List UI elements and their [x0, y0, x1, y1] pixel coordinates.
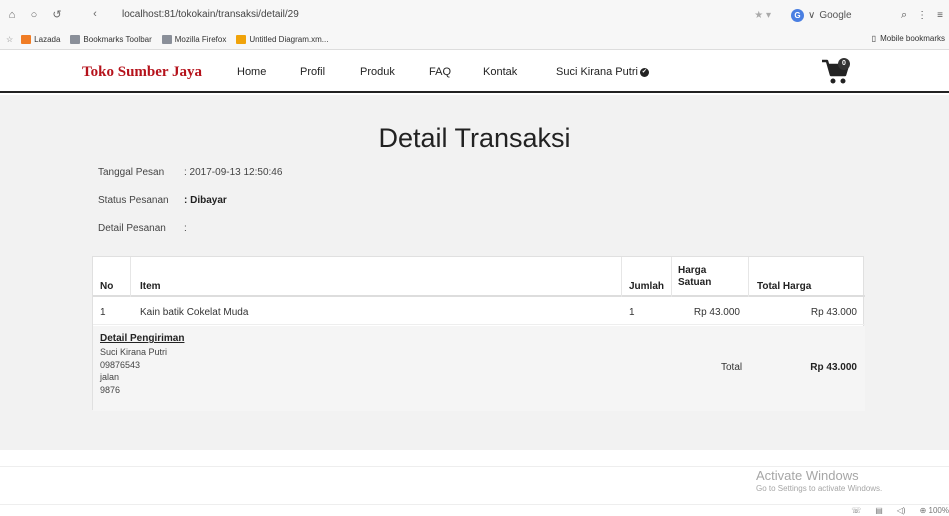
- col-no: No: [100, 281, 114, 292]
- col-divider: [748, 257, 749, 297]
- nav-profil[interactable]: Profil: [300, 66, 325, 78]
- mobile-bookmarks[interactable]: ▯ Mobile bookmarks: [872, 34, 945, 43]
- shipping-postal: 9876: [100, 384, 121, 395]
- folder-icon: [161, 35, 172, 44]
- grand-total-value: Rp 43.000: [810, 362, 857, 373]
- row-jumlah: 1: [629, 307, 635, 318]
- grand-total-label: Total: [721, 362, 743, 373]
- col-total-harga: Total Harga: [757, 281, 812, 292]
- nav-home[interactable]: Home: [237, 66, 266, 78]
- col-divider: [671, 257, 672, 297]
- activate-title: Activate Windows: [756, 468, 859, 483]
- bookmark-lazada[interactable]: Lazada: [21, 35, 60, 44]
- status-icons: ☏ ▤ ◁) ⊕ 100%: [851, 506, 949, 515]
- activate-subtitle: Go to Settings to activate Windows.: [756, 484, 883, 493]
- bookmarks-bar: ☆ Lazada Bookmarks Toolbar Mozilla Firef…: [0, 30, 949, 50]
- nav-faq[interactable]: FAQ: [429, 66, 451, 78]
- order-detail-label: Detail Pesanan: [98, 223, 166, 234]
- browser-right-tools: ★ ▾ G ∨ Google ⌕ ⋮ ≡: [754, 0, 949, 30]
- row-item: Kain batik Cokelat Muda: [140, 307, 249, 318]
- col-harga-line2: Satuan: [678, 277, 712, 288]
- col-harga-satuan: Harga Satuan: [678, 265, 711, 289]
- table-header: No Item Jumlah Harga Satuan Total Harga: [93, 257, 865, 297]
- back-icon[interactable]: ‹: [88, 8, 102, 20]
- browser-toolbar: ⌂ ○ ↺ ‹ localhost:81/tokokain/transaksi/…: [0, 0, 949, 30]
- shipping-address: jalan: [100, 372, 120, 382]
- user-menu[interactable]: Suci Kirana Putri ✔: [556, 66, 649, 78]
- cart-count-badge: 0: [838, 58, 850, 70]
- order-detail-row: Detail Pesanan:: [98, 223, 187, 234]
- bookmark-star-icon[interactable]: ★ ▾: [754, 10, 771, 21]
- order-detail-value: :: [184, 223, 187, 234]
- order-date-label: Tanggal Pesan: [98, 167, 165, 178]
- order-date-row: Tanggal Pesan : 2017-09-13 12:50:46: [98, 167, 282, 178]
- search-engine-label: Google: [819, 9, 852, 21]
- browser-status-bar: ☏ ▤ ◁) ⊕ 100%: [0, 504, 949, 516]
- mobile-icon: ▯: [871, 34, 877, 43]
- col-harga-line1: Harga: [678, 265, 707, 276]
- row-no: 1: [100, 307, 106, 318]
- user-name: Suci Kirana Putri: [556, 66, 638, 78]
- shipping-phone: 09876543: [100, 359, 141, 370]
- reload-icon[interactable]: ○: [27, 9, 41, 21]
- activate-windows-watermark: Activate Windows Go to Settings to activ…: [756, 468, 882, 493]
- diagram-icon: [236, 35, 247, 44]
- bookmark-firefox[interactable]: Mozilla Firefox: [161, 35, 226, 44]
- row-total: Rp 43.000: [810, 307, 857, 318]
- order-table: No Item Jumlah Harga Satuan Total Harga …: [92, 256, 865, 411]
- table-row: 1 Kain batik Cokelat Muda 1 Rp 43.000 Rp…: [93, 299, 865, 325]
- home-icon[interactable]: ⌂: [5, 9, 19, 21]
- hamburger-icon[interactable]: ≡: [937, 10, 943, 21]
- lazada-icon: [21, 35, 32, 44]
- address-bar[interactable]: localhost:81/tokokain/transaksi/detail/2…: [122, 9, 299, 20]
- order-status-label: Status Pesanan: [98, 195, 169, 206]
- nav-kontak[interactable]: Kontak: [483, 66, 517, 78]
- zoom-control[interactable]: ⊕ 100%: [920, 506, 949, 515]
- shipping-details: Suci Kirana Putri 09876543 jalan 9876: [100, 346, 167, 396]
- order-date-value: : 2017-09-13 12:50:46: [184, 167, 283, 178]
- search-icon[interactable]: ⌕: [901, 9, 907, 22]
- search-engine-box[interactable]: G ∨ Google: [790, 8, 891, 22]
- bookmark-diagram[interactable]: Untitled Diagram.xm...: [236, 35, 328, 44]
- order-status-value: : Dibayar: [184, 195, 227, 206]
- dropdown-icon: ∨: [807, 9, 816, 21]
- shipping-section: Detail Pengiriman Suci Kirana Putri 0987…: [93, 326, 865, 411]
- bookmark-toolbar[interactable]: Bookmarks Toolbar: [70, 35, 152, 44]
- brand-logo[interactable]: Toko Sumber Jaya: [82, 64, 202, 81]
- order-status-row: Status Pesanan : Dibayar: [98, 195, 227, 206]
- footer-divider: [0, 466, 949, 467]
- phone-icon[interactable]: ☏: [851, 506, 861, 515]
- audio-icon[interactable]: ◁): [897, 506, 906, 515]
- shipping-name: Suci Kirana Putri: [100, 347, 168, 357]
- bookmark-star-icon[interactable]: ☆: [6, 35, 13, 44]
- reader-icon[interactable]: ▤: [875, 506, 883, 515]
- menu-dots-icon[interactable]: ⋮: [917, 10, 927, 21]
- user-dropdown-icon: ✔: [639, 67, 649, 77]
- col-item: Item: [140, 281, 161, 292]
- back-history-icon[interactable]: ↺: [50, 8, 64, 21]
- folder-icon: [70, 35, 81, 44]
- row-harga: Rp 43.000: [693, 307, 740, 318]
- nav-produk[interactable]: Produk: [360, 66, 395, 78]
- col-divider: [621, 257, 622, 297]
- site-navbar: Toko Sumber Jaya Home Profil Produk FAQ …: [0, 50, 949, 93]
- main-content: Detail Transaksi Tanggal Pesan : 2017-09-…: [0, 95, 949, 450]
- google-icon: G: [790, 8, 804, 22]
- shipping-title[interactable]: Detail Pengiriman: [100, 333, 184, 344]
- col-jumlah: Jumlah: [629, 281, 665, 292]
- col-divider: [130, 257, 131, 297]
- zoom-level: 100%: [928, 506, 949, 515]
- page-title: Detail Transaksi: [378, 123, 571, 153]
- cart-button[interactable]: 0: [820, 56, 852, 86]
